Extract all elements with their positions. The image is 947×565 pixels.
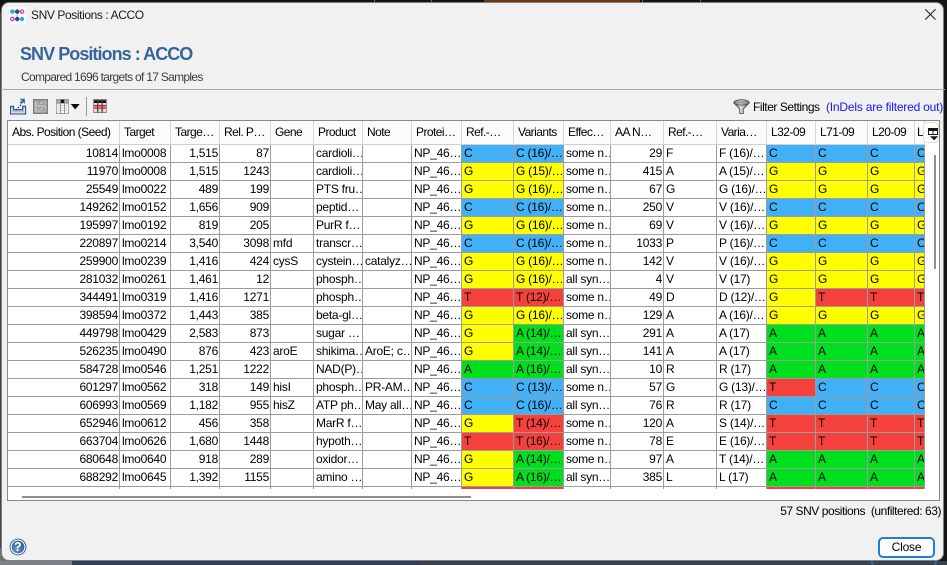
- svg-text:TCA: TCA: [36, 106, 46, 113]
- svg-text:?: ?: [14, 540, 22, 554]
